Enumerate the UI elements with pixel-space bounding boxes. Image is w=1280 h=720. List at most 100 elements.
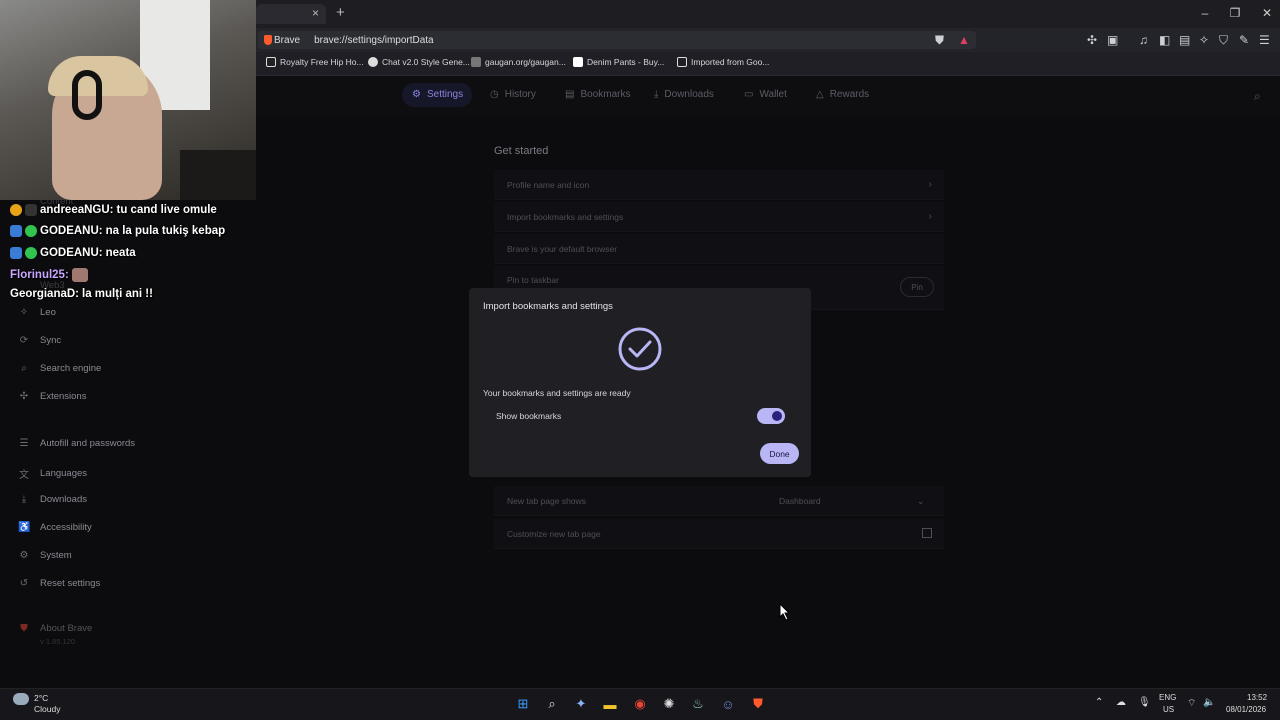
- badge-icon: [25, 204, 37, 216]
- bookmark-label: Chat v2.0 Style Gene...: [382, 57, 470, 67]
- steam-icon[interactable]: ♨: [688, 694, 708, 714]
- emote-icon: [71, 268, 88, 282]
- file-explorer-icon[interactable]: ▬: [600, 694, 620, 714]
- sidebar-item-label: System: [40, 550, 72, 561]
- nav-label: Wallet: [759, 89, 787, 100]
- tab-close-button[interactable]: ×: [312, 6, 319, 20]
- r-icon: [266, 57, 276, 67]
- new-tab-button[interactable]: +: [336, 4, 345, 21]
- accessibility-icon: ♿: [18, 522, 31, 533]
- bookmark-item[interactable]: Denim Pants - Buy...: [573, 57, 664, 67]
- row-profile[interactable]: Profile name and icon ›: [494, 170, 944, 200]
- wifi-icon[interactable]: ⌔: [1187, 697, 1196, 710]
- row-label: New tab page shows: [507, 495, 586, 506]
- sidebar-item-sync[interactable]: ⟳ Sync: [18, 335, 61, 346]
- translate-icon: 文: [19, 470, 29, 481]
- chat-user: GODEANU:: [40, 247, 103, 259]
- nav-wallet[interactable]: ▭ Wallet: [744, 89, 787, 100]
- weather-icon[interactable]: [13, 693, 29, 705]
- sidebar-item-leo[interactable]: ✧ Leo: [18, 307, 56, 318]
- sidebar-item-downloads[interactable]: ⤓ Downloads: [18, 494, 87, 505]
- sidebar-item-system[interactable]: ⚙ System: [18, 550, 72, 561]
- clock-date[interactable]: 08/01/2026: [1226, 705, 1266, 714]
- brave-lion-icon: ⛊: [20, 623, 28, 634]
- screenshot-icon[interactable]: ▣: [1107, 33, 1118, 47]
- search-icon[interactable]: ⌕: [1254, 89, 1261, 104]
- nav-bookmarks[interactable]: ▤ Bookmarks: [565, 89, 630, 100]
- nav-downloads[interactable]: ⤓ Downloads: [654, 89, 714, 100]
- minimize-button[interactable]: –: [1190, 6, 1220, 20]
- chat-user: andreeaNGU:: [40, 204, 114, 216]
- address-bar[interactable]: Brave brave://settings/importData: [258, 31, 976, 49]
- headset-icon: [72, 70, 102, 120]
- row-new-tab[interactable]: New tab page shows: [494, 486, 944, 516]
- chatgpt-icon[interactable]: ✺: [659, 694, 679, 714]
- sidebar-icon[interactable]: ◧: [1159, 33, 1170, 47]
- done-button[interactable]: Done: [760, 443, 799, 464]
- row-customize-new-tab[interactable]: Customize new tab page: [494, 519, 944, 549]
- sidebar-item-label: Languages: [40, 468, 88, 479]
- music-icon[interactable]: ♫: [1139, 33, 1148, 47]
- page-icon: [573, 57, 583, 67]
- sidebar-item-languages[interactable]: 文 Languages: [18, 466, 87, 481]
- verified-icon: [25, 225, 37, 237]
- rewards-triangle-icon[interactable]: ▲: [958, 33, 970, 47]
- language-bottom[interactable]: US: [1163, 705, 1174, 714]
- search-icon[interactable]: ⌕: [542, 694, 562, 714]
- url-text[interactable]: brave://settings/importData: [314, 35, 434, 46]
- chevron-right-icon: ›: [928, 179, 932, 190]
- sidebar-item-extensions[interactable]: ✣ Extensions: [18, 391, 87, 402]
- badge-icon: [10, 225, 22, 237]
- bookmark-item[interactable]: Royalty Free Hip Ho...: [266, 57, 364, 67]
- row-label: Pin to taskbar: [507, 275, 559, 285]
- bookmark-label: Imported from Goo...: [691, 57, 770, 67]
- nav-settings[interactable]: ⚙ Settings: [412, 89, 463, 100]
- copilot-icon[interactable]: ✦: [571, 694, 591, 714]
- chrome-icon[interactable]: ◉: [630, 694, 650, 714]
- chat-user: GODEANU:: [40, 225, 103, 237]
- cloud-icon[interactable]: ☁: [1116, 697, 1126, 708]
- edit-icon[interactable]: ✎: [1239, 33, 1249, 47]
- sidebar-item-reset[interactable]: ↺ Reset settings: [18, 578, 100, 589]
- bookmark-label: gaugan.org/gaugan...: [485, 57, 566, 67]
- weather-desc[interactable]: Cloudy: [34, 704, 60, 714]
- sidebar-item-search-engine[interactable]: ⌕ Search engine: [18, 363, 101, 374]
- menu-icon[interactable]: ☰: [1259, 33, 1270, 47]
- leo-icon[interactable]: ✧: [1199, 33, 1209, 47]
- start-icon[interactable]: ⊞: [513, 694, 533, 714]
- extensions-icon[interactable]: ✣: [1087, 33, 1097, 47]
- volume-icon[interactable]: 🔈: [1203, 697, 1215, 708]
- language-top[interactable]: ENG: [1159, 693, 1176, 702]
- brave-shields-icon[interactable]: ⛊: [935, 33, 944, 48]
- show-bookmarks-toggle[interactable]: [757, 408, 785, 424]
- row-import[interactable]: Import bookmarks and settings ›: [494, 202, 944, 232]
- sidebar-item-about[interactable]: ⛊ About Brave: [18, 623, 92, 634]
- verified-icon: [25, 247, 37, 259]
- sidebar-item-label: Leo: [40, 307, 56, 318]
- vpn-icon[interactable]: ⛉: [1219, 33, 1228, 48]
- new-tab-select[interactable]: Dashboard: [779, 496, 821, 506]
- chat-message: GODEANU: neata: [10, 247, 136, 259]
- chat-message: GeorgianaD: la mulți ani !!: [10, 288, 153, 300]
- bookmark-item[interactable]: Chat v2.0 Style Gene...: [368, 57, 470, 67]
- close-window-button[interactable]: ✕: [1252, 6, 1280, 20]
- chevron-right-icon: ›: [928, 211, 932, 222]
- nav-rewards[interactable]: △ Rewards: [816, 89, 869, 100]
- bookmark-item[interactable]: gaugan.org/gaugan...: [471, 57, 566, 67]
- nav-history[interactable]: ◷ History: [490, 89, 536, 100]
- sidebar-item-autofill[interactable]: ☰ Autofill and passwords: [18, 438, 136, 449]
- wallet-icon[interactable]: ▤: [1179, 33, 1190, 47]
- weather-temp[interactable]: 2°C: [34, 693, 48, 703]
- brave-icon[interactable]: ⛊: [748, 694, 768, 714]
- sidebar-item-accessibility[interactable]: ♿ Accessibility: [18, 522, 92, 533]
- badge-icon: [10, 247, 22, 259]
- bookmark-label: Royalty Free Hip Ho...: [280, 57, 364, 67]
- nav-label: Bookmarks: [580, 89, 631, 100]
- clock-time[interactable]: 13:52: [1247, 693, 1267, 702]
- bookmark-item[interactable]: Imported from Goo...: [677, 57, 769, 67]
- pin-button[interactable]: Pin: [900, 277, 934, 297]
- maximize-button[interactable]: ❐: [1220, 6, 1250, 20]
- discord-icon[interactable]: ☺: [718, 694, 738, 714]
- microphone-icon[interactable]: 🎙: [1138, 697, 1151, 708]
- chevron-up-icon[interactable]: ⌃: [1095, 697, 1103, 708]
